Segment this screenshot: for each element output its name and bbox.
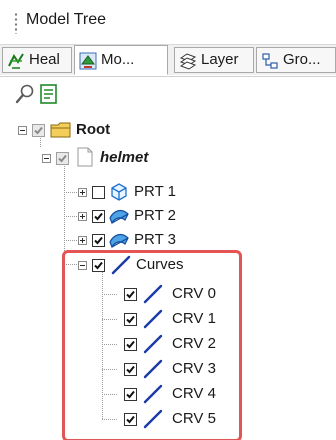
title-bar: Model Tree bbox=[0, 0, 336, 45]
tab-layer[interactable]: Layer bbox=[174, 47, 254, 73]
expand-icon[interactable] bbox=[78, 236, 87, 245]
expand-icon[interactable] bbox=[78, 188, 87, 197]
tab-label: Gro... bbox=[283, 51, 321, 68]
tree-node-helmet[interactable]: helmet bbox=[0, 146, 220, 170]
drag-grip-icon[interactable] bbox=[14, 12, 18, 34]
part-surface-icon bbox=[109, 209, 129, 225]
tree-node-label: Root bbox=[76, 121, 111, 138]
tree-node-label: helmet bbox=[100, 149, 149, 166]
tree-node-prt2[interactable]: PRT 2 bbox=[0, 204, 240, 228]
tree-node-prt3[interactable]: PRT 3 bbox=[0, 228, 240, 252]
tab-model[interactable]: Mo... bbox=[74, 45, 168, 75]
part-surface-icon bbox=[109, 233, 129, 249]
tab-label: Layer bbox=[201, 51, 239, 68]
tree-node-prt1[interactable]: PRT 1 bbox=[0, 180, 240, 204]
checkbox-prt3[interactable] bbox=[92, 234, 105, 247]
folder-icon bbox=[50, 122, 71, 138]
file-icon bbox=[77, 147, 93, 167]
tree-node-label: PRT 1 bbox=[134, 183, 176, 200]
search-icon[interactable] bbox=[14, 83, 36, 105]
group-icon bbox=[262, 53, 278, 69]
tab-strip: Heal Mo... Layer Gro... bbox=[0, 45, 336, 75]
tree-node-label: PRT 2 bbox=[134, 207, 176, 224]
model-icon bbox=[79, 52, 97, 70]
tree-node-label: PRT 3 bbox=[134, 231, 176, 248]
checkbox-helmet[interactable] bbox=[56, 152, 69, 165]
tab-label: Heal bbox=[29, 51, 60, 68]
expand-icon[interactable] bbox=[78, 212, 87, 221]
collapse-icon[interactable] bbox=[18, 126, 27, 135]
layer-icon bbox=[179, 53, 197, 70]
collapse-icon[interactable] bbox=[42, 154, 51, 163]
part-cube-icon bbox=[111, 183, 127, 201]
model-tree-panel: Model Tree Heal Mo... Layer Gro... Root … bbox=[0, 0, 336, 440]
checkbox-prt1[interactable] bbox=[92, 186, 105, 199]
checkbox-prt2[interactable] bbox=[92, 210, 105, 223]
tree-node-root[interactable]: Root bbox=[0, 118, 200, 142]
document-icon[interactable] bbox=[38, 83, 60, 105]
tab-label: Mo... bbox=[101, 51, 135, 68]
checkbox-root[interactable] bbox=[32, 124, 45, 137]
tab-group[interactable]: Gro... bbox=[256, 47, 336, 73]
panel-title: Model Tree bbox=[26, 11, 107, 28]
heal-icon bbox=[8, 53, 24, 69]
toolbar bbox=[0, 76, 336, 111]
tab-heal[interactable]: Heal bbox=[2, 47, 72, 73]
highlight-box bbox=[62, 250, 242, 440]
